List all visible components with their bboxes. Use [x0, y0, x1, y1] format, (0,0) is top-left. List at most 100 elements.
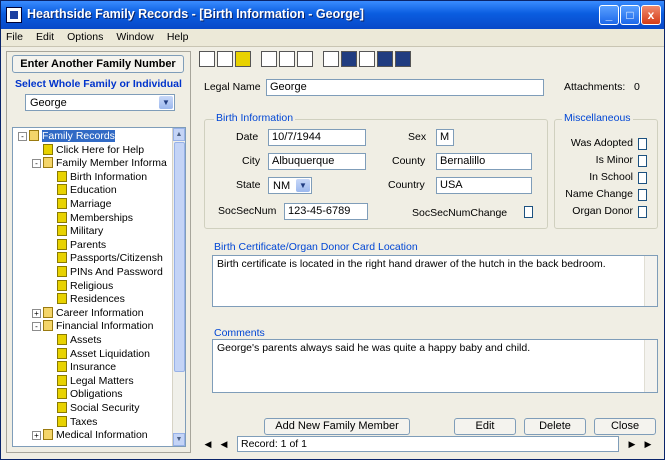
misc-item-label: In School — [589, 171, 633, 183]
tree-item[interactable]: Memberships — [57, 211, 133, 225]
tree-item[interactable]: Insurance — [57, 361, 116, 374]
next-record-icon[interactable]: ▶ — [625, 437, 639, 451]
sex-field[interactable]: M — [436, 129, 454, 146]
last-record-icon[interactable]: ▶ — [641, 437, 655, 451]
menu-options[interactable]: Options — [62, 29, 108, 45]
open-icon[interactable] — [217, 51, 233, 67]
city-field[interactable]: Albuquerque — [268, 153, 366, 170]
previous-record-icon[interactable]: ◀ — [217, 437, 231, 451]
tree-item-label: Military — [70, 225, 104, 238]
tree-item[interactable]: Asset Liquidation — [57, 347, 150, 361]
preview-icon[interactable] — [359, 51, 375, 67]
maximize-button[interactable]: □ — [620, 5, 640, 25]
misc-checkbox[interactable] — [638, 155, 647, 167]
country-label: Country — [388, 179, 425, 191]
expand-icon[interactable]: + — [32, 308, 41, 318]
socsec-field[interactable]: 123-45-6789 — [284, 203, 368, 220]
tree-item-label: Passports/Citizensh — [70, 252, 163, 265]
tree-item[interactable]: - Family Records — [18, 130, 115, 143]
location-memo[interactable]: Birth certificate is located in the righ… — [212, 255, 658, 307]
delete-button[interactable]: Delete — [524, 418, 586, 435]
misc-checkbox[interactable] — [638, 138, 647, 150]
tree-scrollbar[interactable]: ▲ ▼ — [172, 128, 185, 446]
app-window: Hearthside Family Records - [Birth Infor… — [0, 0, 665, 460]
chevron-down-icon[interactable]: ▼ — [159, 96, 173, 109]
print-icon[interactable] — [341, 51, 357, 67]
paste-icon[interactable] — [297, 51, 313, 67]
scroll-up-icon[interactable]: ▲ — [173, 128, 185, 141]
date-field[interactable]: 10/7/1944 — [268, 129, 366, 146]
tree-item[interactable]: Religious — [57, 279, 113, 293]
tree-item[interactable]: Legal Matters — [57, 374, 134, 388]
close-window-button[interactable]: x — [641, 5, 661, 25]
cut-icon[interactable] — [261, 51, 277, 67]
menu-window[interactable]: Window — [111, 29, 158, 45]
tree-item[interactable]: + Medical Information — [32, 429, 148, 442]
title-bar: Hearthside Family Records - [Birth Infor… — [1, 1, 664, 29]
minimize-button[interactable]: _ — [599, 5, 619, 25]
menu-file[interactable]: File — [1, 29, 28, 45]
copy-icon[interactable] — [279, 51, 295, 67]
tree-scroll-thumb[interactable] — [174, 142, 185, 372]
tree-item-label: Social Security — [70, 402, 140, 414]
misc-checkbox[interactable] — [638, 172, 647, 184]
chevron-down-icon[interactable]: ▼ — [296, 179, 310, 192]
document-icon — [43, 143, 53, 155]
first-record-icon[interactable]: ◀ — [201, 437, 215, 451]
document-icon — [57, 293, 67, 305]
collapse-icon[interactable]: - — [32, 322, 41, 332]
misc-checkbox[interactable] — [638, 189, 647, 201]
misc-checkbox[interactable] — [638, 206, 647, 218]
tree-item[interactable]: Marriage — [57, 198, 111, 211]
tree-item[interactable]: - Financial Information — [32, 320, 153, 333]
tree-item[interactable]: Passports/Citizensh — [57, 252, 163, 265]
county-field[interactable]: Bernalillo — [436, 153, 532, 170]
close-button[interactable]: Close — [594, 418, 656, 435]
attachments-label: Attachments: — [564, 81, 626, 93]
scroll-down-icon[interactable]: ▼ — [173, 433, 185, 446]
enter-family-number-button[interactable]: Enter Another Family Number — [12, 55, 184, 73]
tree-item[interactable]: PINs And Password — [57, 266, 163, 279]
comments-scrollbar[interactable] — [644, 340, 657, 392]
tree-item-label: Taxes — [70, 415, 98, 428]
tree-item[interactable]: Education — [57, 184, 117, 197]
collapse-icon[interactable]: - — [18, 132, 27, 141]
main-form: Legal Name George Attachments: 0 Birth I… — [198, 75, 661, 435]
add-family-member-button[interactable]: Add New Family Member — [264, 418, 410, 435]
tree-item-label: Family Records — [42, 130, 115, 142]
collapse-icon[interactable]: - — [32, 159, 41, 169]
tree-item[interactable]: Parents — [57, 238, 106, 252]
expand-icon[interactable]: + — [32, 431, 41, 441]
comments-memo[interactable]: George's parents always said he was quit… — [212, 339, 658, 393]
location-text: Birth certificate is located in the righ… — [217, 258, 606, 270]
find-icon[interactable] — [323, 51, 339, 67]
tree-item[interactable]: Military — [57, 225, 103, 238]
tree-item-label: Obligations — [70, 388, 123, 401]
comments-label: Comments — [214, 327, 265, 339]
location-scrollbar[interactable] — [644, 256, 657, 306]
save-icon[interactable] — [377, 51, 393, 67]
tree-item[interactable]: Social Security — [57, 402, 139, 415]
tree-item[interactable]: Obligations — [57, 388, 123, 401]
tree-item[interactable]: Click Here for Help — [43, 143, 144, 157]
tree-item[interactable]: Birth Information — [57, 170, 147, 184]
family-icon[interactable] — [235, 51, 251, 67]
tree-item-label: Education — [70, 184, 117, 197]
edit-button[interactable]: Edit — [454, 418, 516, 435]
legal-name-field[interactable]: George — [266, 79, 544, 96]
socsec-change-checkbox[interactable] — [524, 206, 533, 218]
state-select[interactable]: NM ▼ — [268, 177, 312, 194]
tree-item[interactable]: - Family Member Informa — [32, 157, 167, 170]
tree-item[interactable]: Assets — [57, 334, 102, 347]
records-tree[interactable]: ▲ ▼ - Family Records Click Here for Help - F… — [12, 127, 186, 447]
menu-help[interactable]: Help — [162, 29, 194, 45]
tree-item[interactable]: + Career Information — [32, 306, 144, 320]
tree-item[interactable]: Residences — [57, 293, 125, 306]
app-icon — [6, 7, 22, 23]
report-icon[interactable] — [395, 51, 411, 67]
menu-edit[interactable]: Edit — [31, 29, 59, 45]
tree-item[interactable]: Taxes — [57, 415, 98, 429]
individual-select[interactable]: George ▼ — [25, 94, 175, 111]
country-field[interactable]: USA — [436, 177, 532, 194]
new-record-icon[interactable] — [199, 51, 215, 67]
